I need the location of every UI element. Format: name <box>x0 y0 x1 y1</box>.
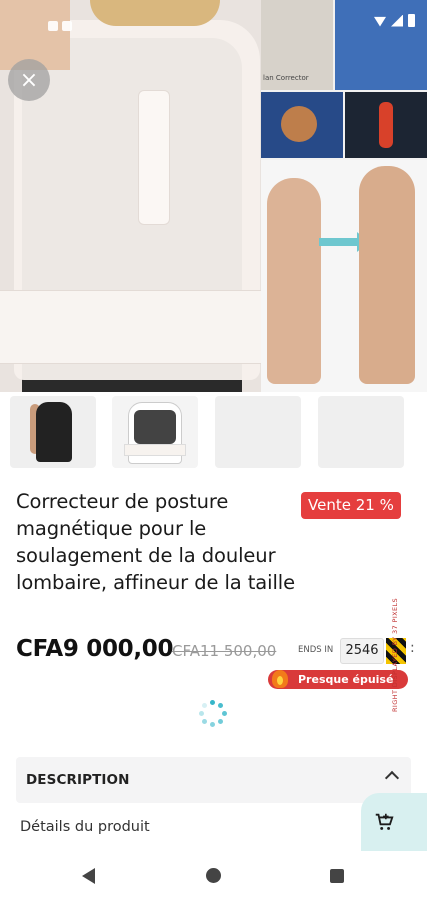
spine-xray-tile <box>345 92 427 158</box>
status-bar-left <box>48 16 82 31</box>
ends-in-label: ENDS IN <box>298 645 334 655</box>
close-icon: × <box>19 67 39 93</box>
thumb-placeholder-1[interactable] <box>215 396 301 468</box>
thumbnail-strip <box>0 396 427 472</box>
product-collage: lan Corrector <box>261 0 427 392</box>
debug-overflow-note: RIGHT DISPLAYED BY 37 PIXELS <box>391 597 399 713</box>
main-product-photo <box>0 0 261 392</box>
product-title: Correcteur de posture magnétique pour le… <box>16 490 295 594</box>
product-details-link[interactable]: Détails du produit <box>20 819 150 835</box>
current-price: CFA9 000,00 <box>16 636 174 662</box>
lower-back-pain-tile <box>261 92 343 158</box>
countdown-timer: 2546 <box>340 638 384 664</box>
posture-before-after-tile <box>261 160 427 392</box>
thumb-back-view[interactable] <box>10 396 96 468</box>
thumb-front-view[interactable] <box>112 396 198 468</box>
arrow-right-icon <box>319 232 369 252</box>
add-to-cart-button[interactable] <box>361 793 427 851</box>
system-navigation-bar <box>0 852 427 900</box>
sale-badge: Vente 21 % <box>301 492 401 519</box>
nav-home-button[interactable] <box>206 868 221 883</box>
product-image-gallery[interactable]: lan Corrector × <box>0 0 427 392</box>
description-header: DESCRIPTION <box>26 772 130 788</box>
chevron-up-icon <box>384 770 400 786</box>
nav-back-button[interactable] <box>82 868 95 884</box>
stock-status-bar: Presque épuisé <box>268 670 408 689</box>
battery-icon <box>408 14 415 27</box>
close-button[interactable]: × <box>8 59 50 101</box>
description-accordion[interactable]: DESCRIPTION <box>16 757 411 803</box>
loading-spinner-icon <box>199 700 227 728</box>
nav-recents-button[interactable] <box>330 869 344 883</box>
cart-icon <box>375 813 394 830</box>
flame-icon <box>272 670 288 688</box>
separator-icon: : <box>410 640 415 656</box>
thumb-placeholder-2[interactable] <box>318 396 404 468</box>
wifi-icon <box>374 16 386 27</box>
status-bar-right <box>374 14 415 27</box>
signal-icon <box>391 14 403 27</box>
old-price: CFA11 500,00 <box>172 642 277 660</box>
tile-caption: lan Corrector <box>263 74 309 82</box>
spine-model-tile: lan Corrector <box>261 0 333 90</box>
